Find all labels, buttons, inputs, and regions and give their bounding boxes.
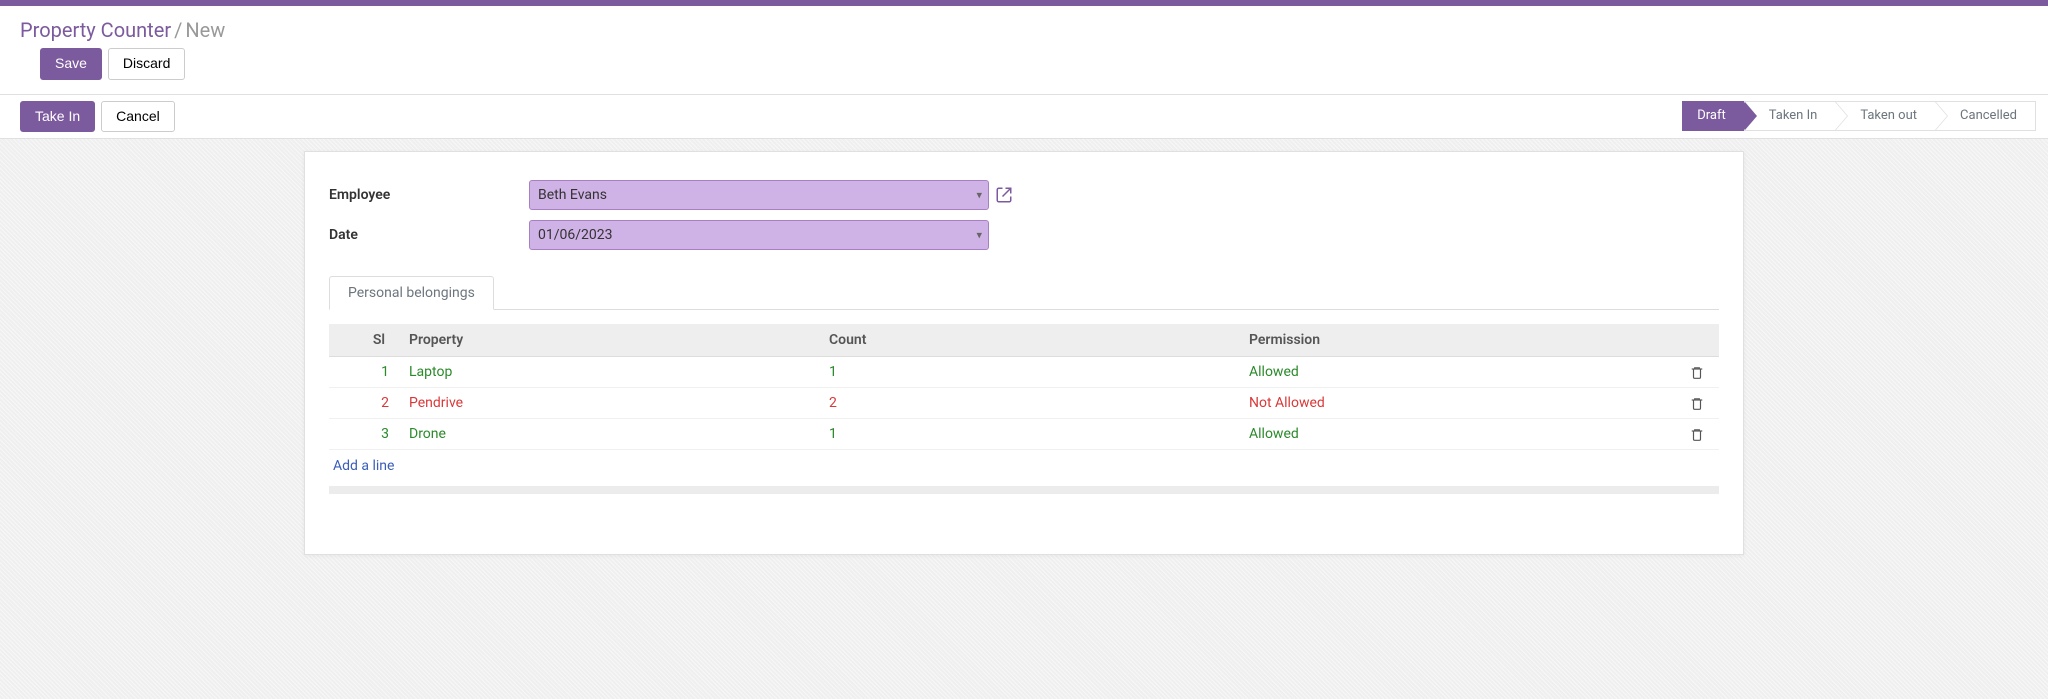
col-header-property: Property bbox=[399, 324, 819, 357]
col-header-sl: Sl bbox=[329, 324, 399, 357]
trash-icon bbox=[1690, 364, 1704, 380]
belongings-table: Sl Property Count Permission 1Laptop1All… bbox=[329, 324, 1719, 450]
status-stages: DraftTaken InTaken outCancelled bbox=[1683, 101, 2036, 131]
add-line-link[interactable]: Add a line bbox=[329, 450, 1719, 482]
trash-icon bbox=[1690, 395, 1704, 411]
cell-sl: 2 bbox=[329, 388, 399, 419]
external-link-icon[interactable] bbox=[995, 186, 1013, 204]
table-row[interactable]: 1Laptop1Allowed bbox=[329, 357, 1719, 388]
table-row[interactable]: 3Drone1Allowed bbox=[329, 419, 1719, 450]
col-header-count: Count bbox=[819, 324, 1239, 357]
cell-property[interactable]: Pendrive bbox=[399, 388, 819, 419]
discard-button[interactable]: Discard bbox=[108, 48, 185, 80]
status-stage-draft[interactable]: Draft bbox=[1682, 101, 1745, 131]
cell-count[interactable]: 1 bbox=[819, 419, 1239, 450]
delete-row-button[interactable] bbox=[1675, 388, 1719, 419]
date-select[interactable]: 01/06/2023 ▾ bbox=[529, 220, 989, 250]
employee-select[interactable]: Beth Evans ▾ bbox=[529, 180, 989, 210]
tab-personal-belongings[interactable]: Personal belongings bbox=[329, 276, 494, 310]
chevron-down-icon: ▾ bbox=[976, 189, 982, 202]
status-stage-taken-in[interactable]: Taken In bbox=[1744, 101, 1837, 131]
cancel-button[interactable]: Cancel bbox=[101, 101, 175, 133]
employee-select-value: Beth Evans bbox=[538, 187, 607, 203]
delete-row-button[interactable] bbox=[1675, 419, 1719, 450]
cell-permission[interactable]: Allowed bbox=[1239, 419, 1675, 450]
breadcrumb-current: New bbox=[185, 18, 225, 42]
status-stage-cancelled[interactable]: Cancelled bbox=[1935, 101, 2036, 131]
form-sheet: Employee Beth Evans ▾ Date 01/06/2023 ▾ bbox=[304, 151, 1744, 555]
cell-property[interactable]: Laptop bbox=[399, 357, 819, 388]
horizontal-scrollbar[interactable] bbox=[329, 486, 1719, 494]
delete-row-button[interactable] bbox=[1675, 357, 1719, 388]
take-in-button[interactable]: Take In bbox=[20, 101, 95, 133]
trash-icon bbox=[1690, 426, 1704, 442]
date-select-value: 01/06/2023 bbox=[538, 227, 613, 243]
cell-permission[interactable]: Not Allowed bbox=[1239, 388, 1675, 419]
status-stage-taken-out[interactable]: Taken out bbox=[1835, 101, 1936, 131]
save-button[interactable]: Save bbox=[40, 48, 102, 80]
employee-label: Employee bbox=[329, 187, 529, 203]
cell-count[interactable]: 1 bbox=[819, 357, 1239, 388]
cell-sl: 1 bbox=[329, 357, 399, 388]
date-label: Date bbox=[329, 227, 529, 243]
cell-sl: 3 bbox=[329, 419, 399, 450]
breadcrumb-separator: / bbox=[174, 18, 182, 42]
cell-permission[interactable]: Allowed bbox=[1239, 357, 1675, 388]
chevron-down-icon: ▾ bbox=[976, 229, 982, 242]
col-header-permission: Permission bbox=[1239, 324, 1675, 357]
table-row[interactable]: 2Pendrive2Not Allowed bbox=[329, 388, 1719, 419]
col-header-delete bbox=[1675, 324, 1719, 357]
breadcrumb: Property Counter/New bbox=[20, 18, 2028, 42]
cell-property[interactable]: Drone bbox=[399, 419, 819, 450]
cell-count[interactable]: 2 bbox=[819, 388, 1239, 419]
breadcrumb-root-link[interactable]: Property Counter bbox=[20, 18, 171, 42]
tab-list: Personal belongings bbox=[329, 276, 1719, 310]
